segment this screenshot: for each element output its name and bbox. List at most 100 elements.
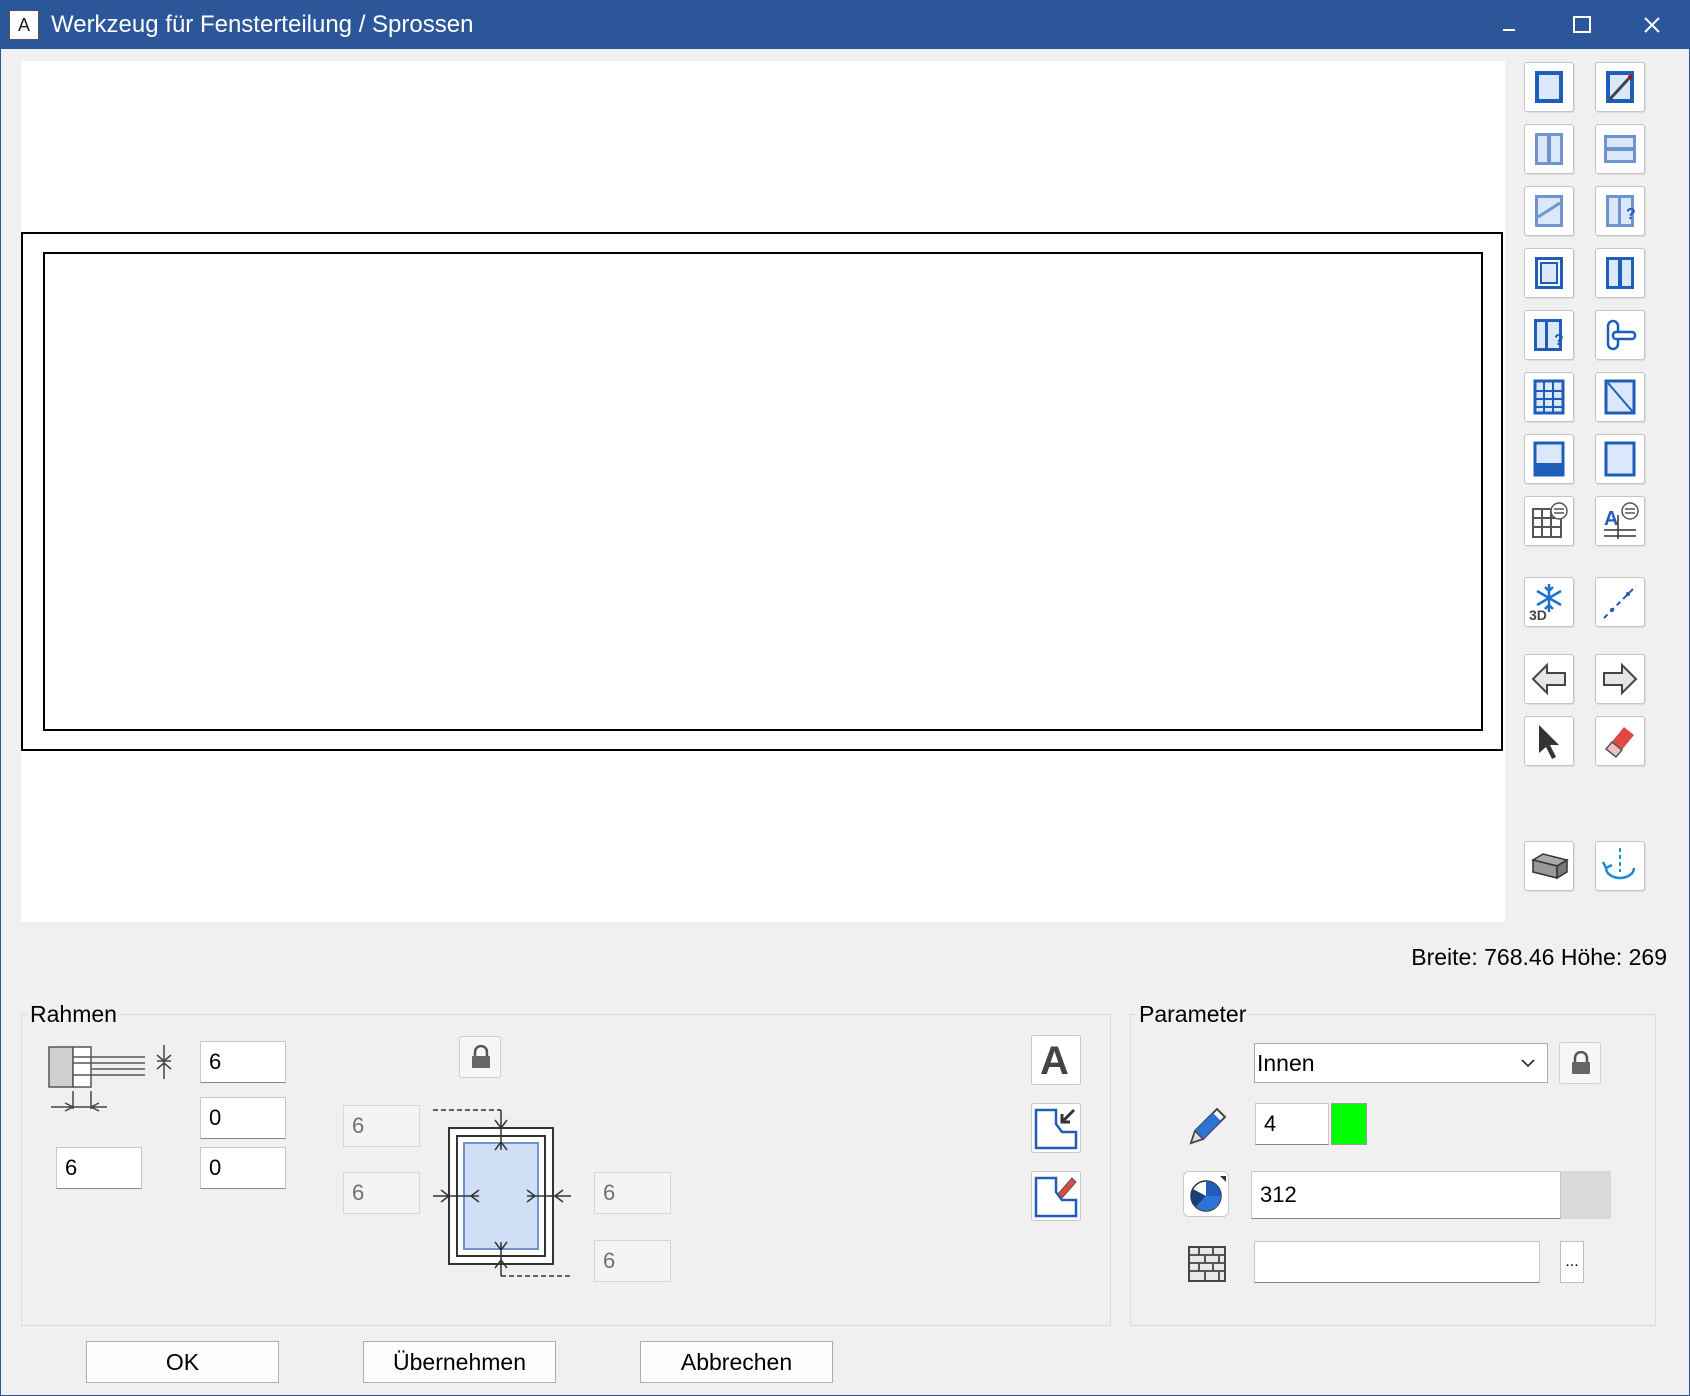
window-pane-outline[interactable] [43,252,1483,731]
3d-freeze-button[interactable]: 3D [1524,577,1574,627]
double-sash-icon [1606,257,1634,289]
split-query-button[interactable]: ? [1595,186,1645,236]
profile-height-input[interactable]: 6 [200,1041,286,1083]
double-sash-button[interactable] [1595,248,1645,298]
position-select[interactable]: Innen [1254,1043,1548,1083]
window-title: Werkzeug für Fensterteilung / Sprossen [51,11,474,38]
split-horizontal-button[interactable] [1595,124,1645,174]
3d-snowflake-icon: 3D [1529,584,1562,622]
handle-button[interactable] [1595,310,1645,360]
chevron-down-icon [1521,1059,1535,1068]
diagonal-split-icon [1535,195,1563,227]
color-preview-swatch [1561,1171,1611,1219]
sash-icon [1535,257,1563,289]
close-button[interactable] [1616,1,1688,49]
color-wheel-icon [1190,1176,1226,1212]
split-vertical-icon [1535,133,1563,165]
cancel-button[interactable]: Abbrechen [640,1341,833,1383]
eraser-button[interactable] [1595,716,1645,766]
grid-settings-button[interactable] [1524,496,1574,546]
svg-text:A: A [1040,1039,1069,1083]
box-3d-icon [1531,853,1569,880]
bottom-panel-icon [1533,441,1565,477]
text-settings-button[interactable]: A [1595,496,1645,546]
bottom-panel-button[interactable] [1524,434,1574,484]
fixed-pane-icon [1604,441,1636,477]
split-query-icon: ? [1606,195,1636,227]
window-frame-outline[interactable] [21,232,1503,751]
inset-right-input[interactable]: 6 [594,1172,671,1214]
rahmen-title: Rahmen [28,1001,119,1028]
profile-offset-b-input[interactable]: 0 [200,1147,286,1189]
next-button[interactable] [1595,654,1645,704]
box-3d-button[interactable] [1524,841,1574,891]
frame-profile-icon [48,1045,172,1112]
text-a-icon: A [1040,1039,1069,1083]
color-code-input[interactable]: 312 [1251,1171,1561,1219]
profile-width-input[interactable]: 6 [56,1147,142,1189]
eraser-icon [1604,727,1634,759]
pick-profile-icon [1034,1108,1078,1150]
lock-icon [1572,1051,1590,1074]
minimize-icon [1503,29,1515,31]
inset-top-input[interactable]: 6 [343,1105,420,1147]
previous-button[interactable] [1524,654,1574,704]
rotate-axis-icon [1601,848,1636,880]
fixed-pane-button[interactable] [1595,434,1645,484]
app-icon: A [9,10,39,40]
dashed-line-icon [1603,585,1637,619]
split-horizontal-icon [1604,135,1636,163]
parameter-lock-button[interactable] [1559,1042,1601,1084]
inset-left-input[interactable]: 6 [343,1172,420,1214]
svg-text:?: ? [1554,332,1564,349]
title-bar[interactable]: A Werkzeug für Fensterteilung / Sprossen [1,1,1689,49]
single-pane-icon [1535,71,1563,103]
select-pointer-icon [1539,725,1559,759]
inset-bottom-input[interactable]: 6 [594,1240,671,1282]
grid-settings-icon [1532,502,1568,538]
split-vertical-button[interactable] [1524,124,1574,174]
position-select-value: Innen [1257,1050,1315,1076]
close-icon [1644,17,1660,33]
ok-button[interactable]: OK [86,1341,279,1383]
edit-pane-icon [1606,71,1634,103]
arrow-right-icon [1603,662,1638,696]
svg-text:3D: 3D [1529,607,1547,622]
edit-pane-button[interactable] [1595,62,1645,112]
dashed-line-button[interactable] [1595,577,1645,627]
triangle-pane-button[interactable] [1595,372,1645,422]
sash-button[interactable] [1524,248,1574,298]
dimensions-status: Breite: 768.46 Höhe: 269 [1411,944,1667,970]
material-brick-icon [1188,1246,1226,1282]
pen-color-swatch[interactable] [1331,1103,1367,1145]
pen-input[interactable]: 4 [1255,1103,1329,1145]
single-pane-button[interactable] [1524,62,1574,112]
parameter-title: Parameter [1137,1001,1249,1028]
text-settings-icon: A [1604,502,1639,539]
diagonal-split-button[interactable] [1524,186,1574,236]
material-input[interactable] [1254,1241,1540,1283]
text-style-button[interactable]: A [1031,1035,1081,1085]
material-browse-button[interactable]: ... [1560,1241,1584,1283]
sash-query-icon: ? [1534,319,1564,351]
grid-bars-icon [1533,379,1565,415]
select-button[interactable] [1524,716,1574,766]
drawing-canvas[interactable] [21,61,1505,922]
maximize-icon [1573,16,1591,33]
edit-profile-icon [1034,1176,1078,1218]
maximize-button[interactable] [1546,1,1618,49]
svg-text:?: ? [1626,206,1636,223]
color-picker-button[interactable] [1183,1171,1229,1217]
pick-profile-button[interactable] [1031,1103,1081,1153]
grid-bars-button[interactable] [1524,372,1574,422]
profile-offset-a-input[interactable]: 0 [200,1097,286,1139]
frame-inset-diagram-icon [433,1109,571,1277]
inset-lock-button[interactable] [459,1036,501,1078]
apply-button[interactable]: Übernehmen [363,1341,556,1383]
handle-icon [1606,319,1637,351]
rotate-axis-button[interactable] [1595,841,1645,891]
sash-query-button[interactable]: ? [1524,310,1574,360]
minimize-button[interactable] [1475,1,1547,49]
edit-profile-button[interactable] [1031,1171,1081,1221]
dialog-window: A Werkzeug für Fensterteilung / Sprossen… [0,0,1690,1396]
